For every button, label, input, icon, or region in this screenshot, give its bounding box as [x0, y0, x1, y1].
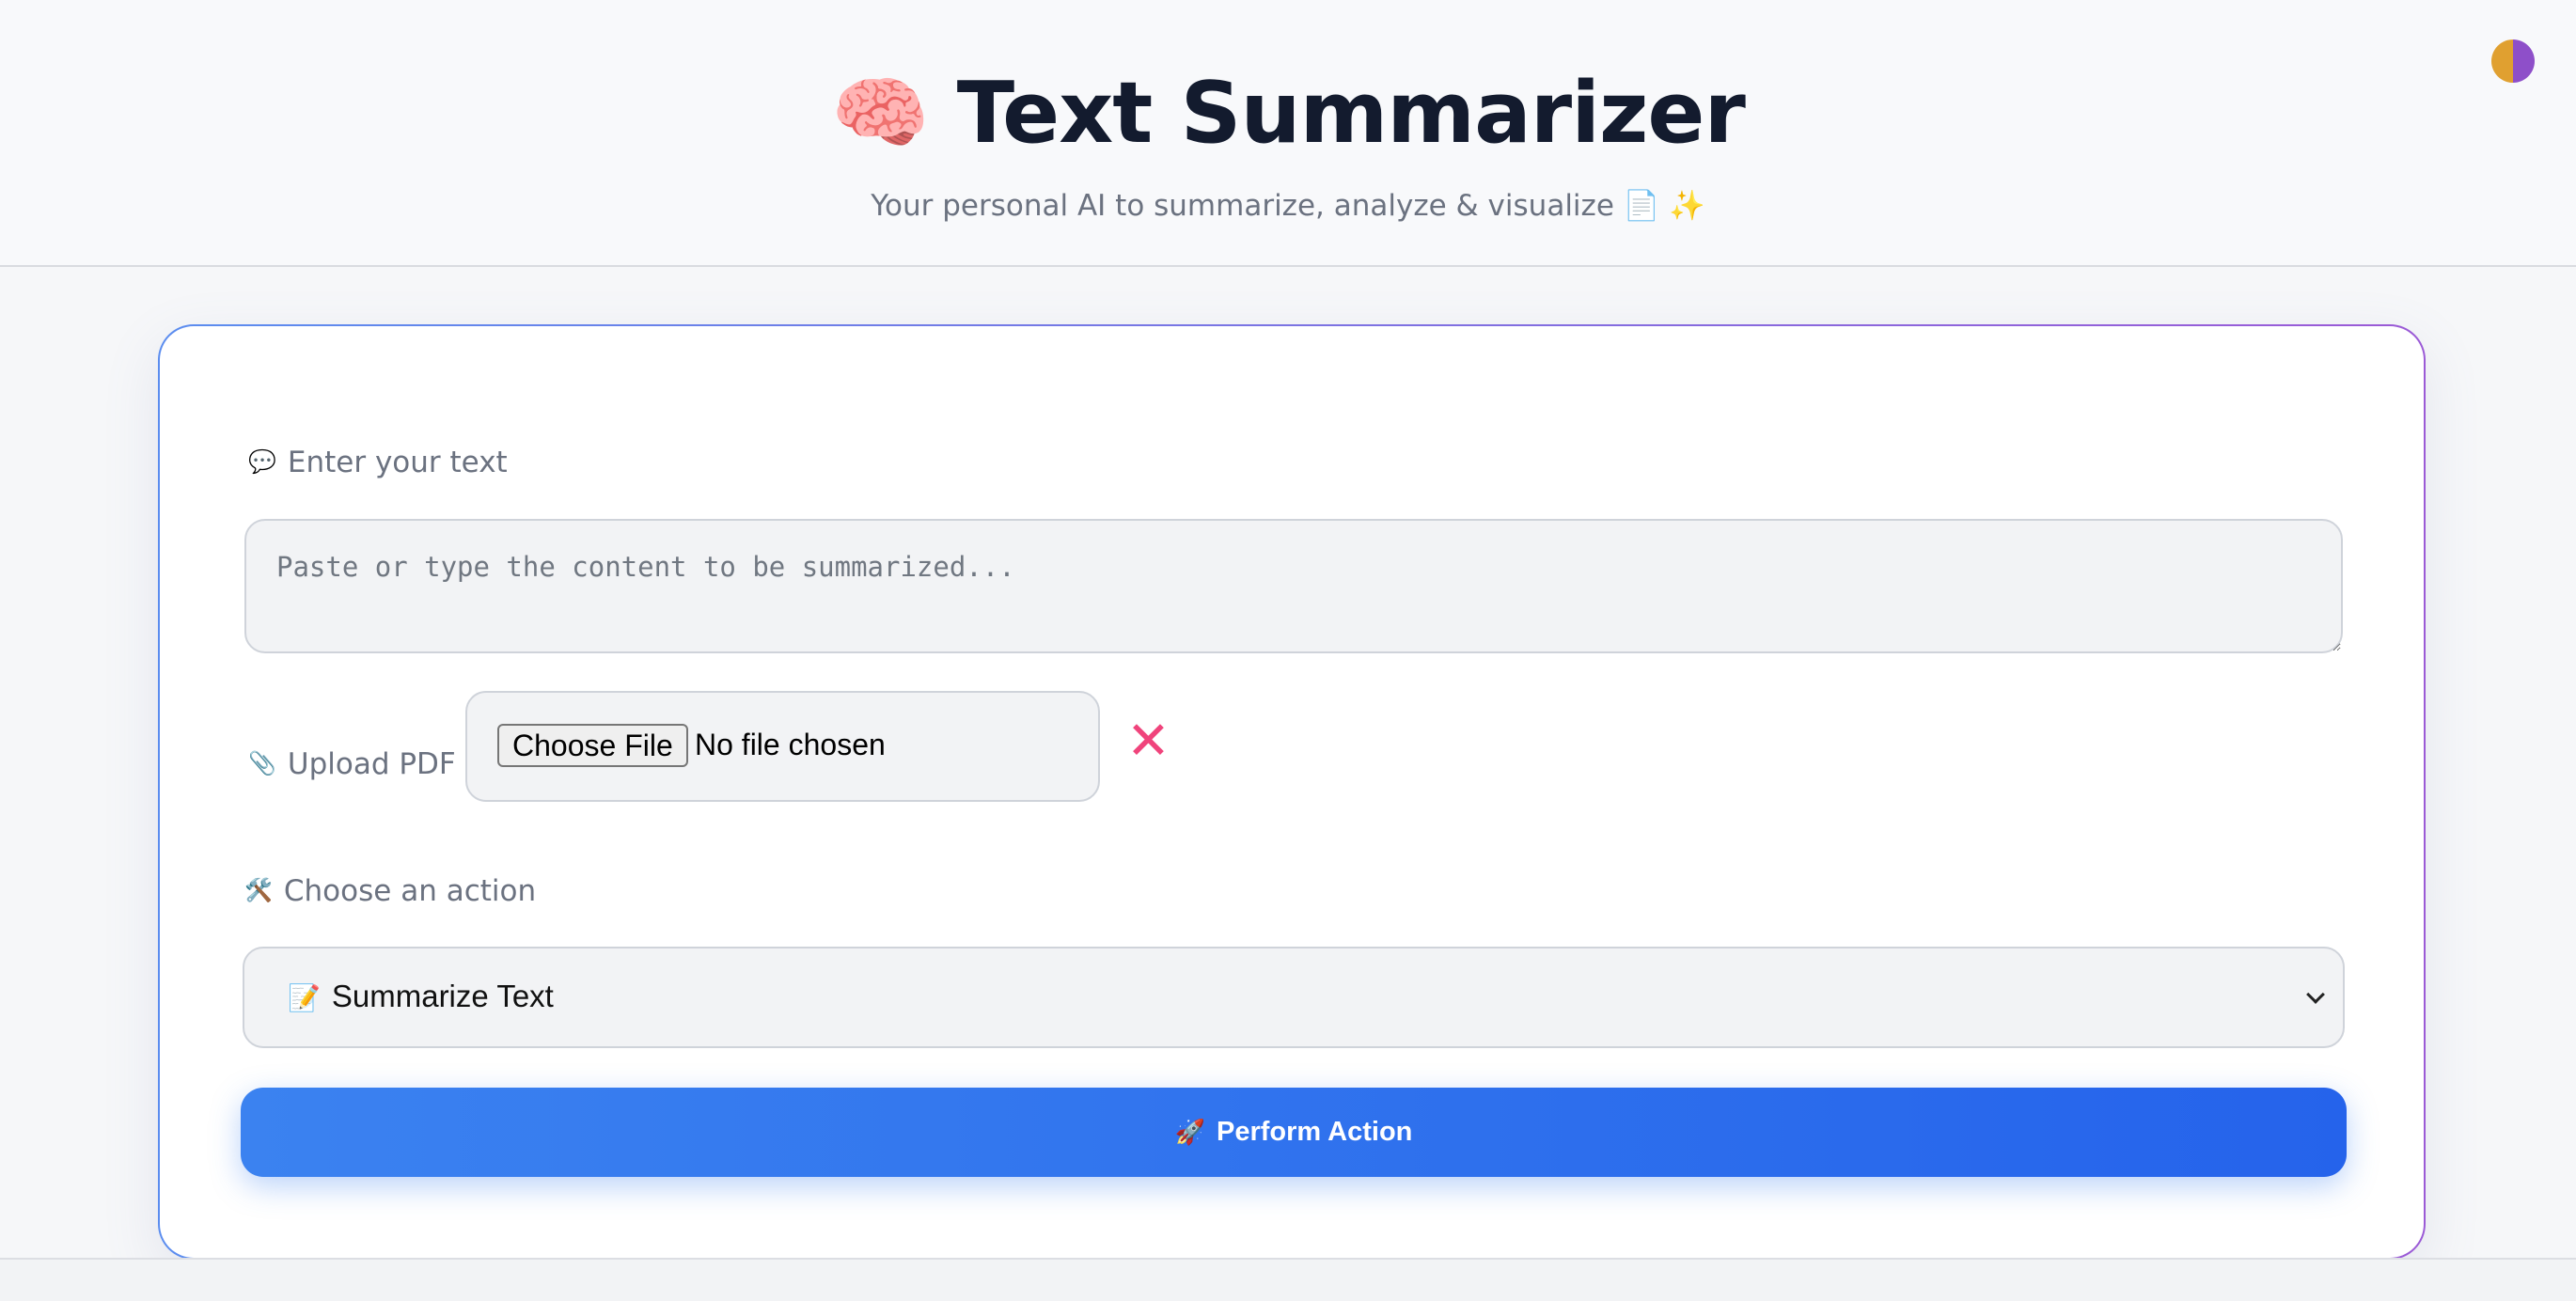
- action-select-value: 📝 Summarize Text: [288, 979, 554, 1014]
- speech-bubble-icon: 💬: [248, 448, 276, 475]
- tools-icon: 🛠️: [244, 877, 273, 903]
- action-select-label-text: Choose an action: [283, 874, 537, 908]
- clear-file-icon[interactable]: ✕: [1126, 715, 1170, 768]
- rocket-icon: 🚀: [1174, 1118, 1205, 1146]
- pdf-upload-label: 📎 Upload PDF: [248, 747, 456, 781]
- page-header: 🧠 Text Summarizer Your personal AI to sum…: [0, 0, 2576, 267]
- perform-action-label: Perform Action: [1216, 1117, 1413, 1147]
- page-footer: [0, 1258, 2576, 1301]
- action-select-label: 🛠️ Choose an action: [244, 874, 536, 908]
- pdf-file-input[interactable]: Choose File No file chosen: [465, 691, 1100, 802]
- text-input[interactable]: [244, 519, 2343, 653]
- perform-action-button[interactable]: 🚀 Perform Action: [241, 1088, 2347, 1177]
- file-status-text: No file chosen: [695, 728, 886, 761]
- page-title-text: Text Summarizer: [956, 64, 1746, 163]
- chevron-down-icon: [2306, 985, 2325, 1004]
- theme-toggle-button[interactable]: [2491, 39, 2535, 83]
- page-title: 🧠 Text Summarizer: [0, 64, 2576, 163]
- choose-file-button[interactable]: Choose File: [497, 724, 688, 767]
- pdf-upload-label-text: Upload PDF: [287, 747, 456, 781]
- page-subtitle: Your personal AI to summarize, analyze &…: [871, 189, 1705, 223]
- form-card-border: 💬 Enter your text 📎 Upload PDF Choose File…: [158, 324, 2426, 1260]
- action-select-value-text: Summarize Text: [331, 979, 554, 1013]
- text-input-label: 💬 Enter your text: [248, 446, 508, 479]
- form-card: 💬 Enter your text 📎 Upload PDF Choose File…: [160, 326, 2424, 1258]
- action-select[interactable]: 📝 Summarize Text: [243, 947, 2345, 1048]
- memo-icon: 📝: [288, 983, 321, 1012]
- brain-icon: 🧠: [831, 67, 930, 159]
- text-input-label-text: Enter your text: [287, 446, 508, 479]
- paperclip-icon: 📎: [248, 750, 276, 776]
